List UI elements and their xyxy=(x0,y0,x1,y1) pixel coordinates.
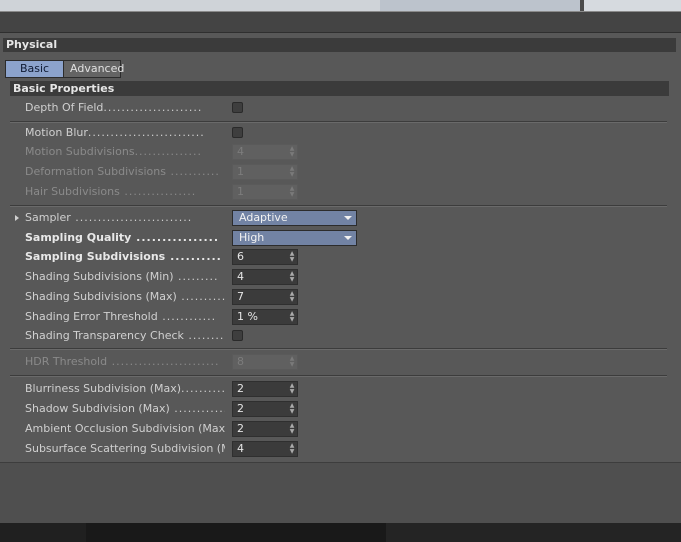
spinner-icon: ▲ ▼ xyxy=(289,165,295,178)
spinner-icon: ▲ ▼ xyxy=(289,185,295,198)
spinner-icon: ▲ ▼ xyxy=(289,270,295,283)
spinner-icon: ▲ ▼ xyxy=(289,355,295,368)
spinner-icon: ▲ ▼ xyxy=(289,402,295,415)
row-ambient-occlusion-subdivision: Ambient Occlusion Subdivision (Max) . . … xyxy=(25,421,325,437)
footer-seg-1 xyxy=(0,523,86,542)
tab-advanced[interactable]: Advanced xyxy=(63,61,124,77)
tab-basic[interactable]: Basic xyxy=(6,61,63,77)
footer-seg-3 xyxy=(386,523,681,542)
subsurface-scattering-subdivision-label: Subsurface Scattering Subdivision (Max) xyxy=(25,442,225,455)
row-deformation-subdivisions: Deformation Subdivisions ........... 1 ▲ ▼ xyxy=(25,164,325,180)
footer-strip xyxy=(0,523,681,542)
sampler-label: Sampler .......................... xyxy=(25,211,193,224)
depth-of-field-checkbox[interactable] xyxy=(232,102,243,113)
shading-transparency-check-checkbox[interactable] xyxy=(232,330,243,341)
row-motion-blur: Motion Blur.......................... xyxy=(25,125,325,141)
row-shading-transparency-check: Shading Transparency Check ......... xyxy=(25,328,325,344)
blurriness-subdivision-field[interactable]: 2 ▲ ▼ xyxy=(232,381,298,397)
spinner-icon: ▲ ▼ xyxy=(289,250,295,263)
shading-subdivisions-min-field[interactable]: 4 ▲ ▼ xyxy=(232,269,298,285)
ambient-occlusion-subdivision-label: Ambient Occlusion Subdivision (Max) . . xyxy=(25,422,225,435)
sampling-subdivisions-label: Sampling Subdivisions .......... xyxy=(25,250,222,263)
spinner-icon: ▲ ▼ xyxy=(289,382,295,395)
shading-subdivisions-max-label: Shading Subdivisions (Max) .......... xyxy=(25,290,225,303)
shadow-subdivision-field[interactable]: 2 ▲ ▼ xyxy=(232,401,298,417)
blurriness-subdivision-label: Blurriness Subdivision (Max).......... xyxy=(25,382,225,395)
footer-seg-2 xyxy=(86,523,386,542)
shading-error-threshold-field[interactable]: 1 % ▲ ▼ xyxy=(232,309,298,325)
shading-subdivisions-max-field[interactable]: 7 ▲ ▼ xyxy=(232,289,298,305)
motion-blur-label: Motion Blur.......................... xyxy=(25,126,205,139)
spinner-icon: ▲ ▼ xyxy=(289,422,295,435)
sampling-quality-dropdown[interactable]: High xyxy=(232,230,357,246)
top-strip-left xyxy=(0,0,380,11)
top-strip-right xyxy=(584,0,681,11)
chevron-down-icon xyxy=(344,216,352,220)
sampling-subdivisions-field[interactable]: 6 ▲ ▼ xyxy=(232,249,298,265)
hdr-threshold-label: HDR Threshold ........................ xyxy=(25,355,220,368)
spinner-icon: ▲ ▼ xyxy=(289,145,295,158)
window-titlebar xyxy=(0,12,681,33)
separator xyxy=(10,205,667,207)
separator xyxy=(10,121,667,123)
row-shading-subdivisions-min: Shading Subdivisions (Min) ......... 4 ▲ ▼ xyxy=(25,269,325,285)
hair-subdivisions-label: Hair Subdivisions ................ xyxy=(25,185,197,198)
row-shading-subdivisions-max: Shading Subdivisions (Max) .......... 7 ▲… xyxy=(25,289,325,305)
row-hdr-threshold: HDR Threshold ........................ 8… xyxy=(25,354,325,370)
shading-transparency-check-label: Shading Transparency Check ......... xyxy=(25,329,225,342)
depth-of-field-label: Depth Of Field...................... xyxy=(25,101,203,114)
panel-empty-area xyxy=(0,462,681,524)
hdr-threshold-field[interactable]: 8 ▲ ▼ xyxy=(232,354,298,370)
shading-subdivisions-min-label: Shading Subdivisions (Min) ......... xyxy=(25,270,219,283)
hair-subdivisions-field[interactable]: 1 ▲ ▼ xyxy=(232,184,298,200)
motion-subdivisions-label: Motion Subdivisions............... xyxy=(25,145,203,158)
deformation-subdivisions-field[interactable]: 1 ▲ ▼ xyxy=(232,164,298,180)
basic-properties-header: Basic Properties xyxy=(10,81,669,96)
row-subsurface-scattering-subdivision: Subsurface Scattering Subdivision (Max) … xyxy=(25,441,325,457)
row-hair-subdivisions: Hair Subdivisions ................ 1 ▲ ▼ xyxy=(25,184,325,200)
motion-blur-checkbox[interactable] xyxy=(232,127,243,138)
top-strip-mid xyxy=(380,0,580,11)
sampling-quality-label: Sampling Quality ................ xyxy=(25,231,220,244)
spinner-icon: ▲ ▼ xyxy=(289,290,295,303)
tab-bar: Basic Advanced xyxy=(5,60,124,78)
section-header-physical: Physical xyxy=(3,38,676,52)
motion-subdivisions-field[interactable]: 4 ▲ ▼ xyxy=(232,144,298,160)
separator xyxy=(10,375,667,377)
top-strip xyxy=(0,0,681,12)
ambient-occlusion-subdivision-field[interactable]: 2 ▲ ▼ xyxy=(232,421,298,437)
separator xyxy=(10,348,667,350)
row-shading-error-threshold: Shading Error Threshold ............ 1 %… xyxy=(25,309,325,325)
shadow-subdivision-label: Shadow Subdivision (Max) ............ xyxy=(25,402,225,415)
row-motion-subdivisions: Motion Subdivisions............... 4 ▲ ▼ xyxy=(25,144,325,160)
expand-arrow-icon[interactable] xyxy=(15,215,19,221)
spinner-icon: ▲ ▼ xyxy=(289,310,295,323)
subsurface-scattering-subdivision-field[interactable]: 4 ▲ ▼ xyxy=(232,441,298,457)
row-shadow-subdivision: Shadow Subdivision (Max) ............ 2 ▲… xyxy=(25,401,325,417)
sampler-dropdown[interactable]: Adaptive xyxy=(232,210,357,226)
chevron-down-icon xyxy=(344,236,352,240)
spinner-icon: ▲ ▼ xyxy=(289,442,295,455)
row-sampling-subdivisions: Sampling Subdivisions .......... 6 ▲ ▼ xyxy=(25,249,325,265)
row-depth-of-field: Depth Of Field...................... xyxy=(25,100,325,116)
row-blurriness-subdivision: Blurriness Subdivision (Max).......... 2… xyxy=(25,381,325,397)
row-sampler: Sampler .......................... Adapt… xyxy=(25,210,357,226)
shading-error-threshold-label: Shading Error Threshold ............ xyxy=(25,310,217,323)
deformation-subdivisions-label: Deformation Subdivisions ........... xyxy=(25,165,220,178)
row-sampling-quality: Sampling Quality ................ High xyxy=(25,230,357,246)
